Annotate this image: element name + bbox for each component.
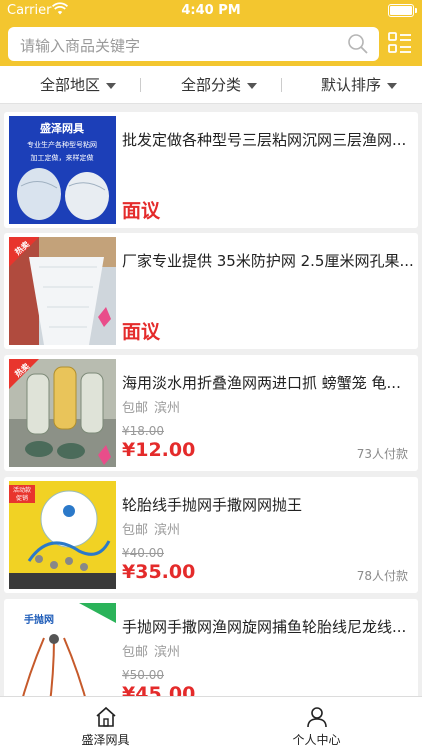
product-image: 盛泽网具 专业生产各种型号粘网 加工定做，来样定做 [9, 116, 116, 224]
filter-sort[interactable]: 默认排序 [321, 66, 398, 104]
free-shipping-label: 包邮 [122, 645, 149, 660]
location-city: 滨州 [154, 645, 181, 660]
free-shipping-label: 包邮 [122, 401, 149, 416]
product-image: 手抛网 [9, 603, 116, 711]
product-title: 厂家专业提供 35米防护网 2.5厘米网孔果... [122, 252, 414, 270]
tab-profile-label: 个人中心 [292, 733, 341, 747]
product-card[interactable]: 活动款 促销 轮胎线手抛网手撒网网抛王 包邮 滨州 ¥40.00 ¥35.00 7… [4, 477, 418, 593]
product-image: 热卖 [9, 359, 116, 467]
tab-home[interactable]: 盛泽网具 [0, 697, 211, 750]
sales-count: 78人付款 [356, 569, 408, 583]
filter-bar: 全部地区 全部分类 默认排序 [0, 66, 422, 104]
status-bar: Carrier 4:40 PM [0, 0, 422, 22]
product-card[interactable]: 热卖 海用淡水用折叠渔网两进口抓 螃蟹笼 龟... 包邮 滨州 ¥18.00 ¥1… [4, 355, 418, 471]
product-title: 批发定做各种型号三层粘网沉网三层渔网... [122, 131, 407, 149]
product-card[interactable]: 热卖 厂家专业提供 35米防护网 2.5厘米网孔果... 面议 [4, 233, 418, 349]
filter-region[interactable]: 全部地区 [40, 66, 117, 104]
product-title: 轮胎线手抛网手撒网网抛王 [122, 496, 303, 514]
filter-category-label: 全部分类 [181, 76, 242, 94]
svg-text:活动款: 活动款 [13, 486, 31, 494]
sales-count: 73人付款 [356, 447, 408, 461]
product-location: 包邮 滨州 [122, 641, 180, 660]
search-icon[interactable] [347, 33, 369, 55]
person-icon [307, 707, 327, 728]
product-price: 面议 [122, 200, 161, 222]
product-title: 海用淡水用折叠渔网两进口抓 螃蟹笼 龟... [122, 374, 401, 392]
product-card[interactable]: 盛泽网具 专业生产各种型号粘网 加工定做，来样定做 批发定做各种型号三层粘网沉网… [4, 112, 418, 228]
home-icon [96, 706, 116, 727]
original-price: ¥50.00 [122, 668, 164, 682]
divider [281, 78, 282, 92]
product-location: 包邮 滨州 [122, 397, 180, 416]
search-placeholder: 请输入商品关键字 [20, 37, 141, 55]
svg-text:盛泽网具: 盛泽网具 [40, 121, 84, 135]
svg-text:专业生产各种型号粘网: 专业生产各种型号粘网 [27, 140, 97, 149]
product-title: 手抛网手撒网渔网旋网捕鱼轮胎线尼龙线... [122, 618, 407, 636]
chevron-down-icon [247, 82, 258, 89]
svg-text:手抛网: 手抛网 [24, 613, 54, 626]
product-price: 面议 [122, 321, 161, 343]
location-city: 滨州 [154, 401, 181, 416]
product-location: 包邮 滨州 [122, 519, 180, 538]
product-image: 活动款 促销 [9, 481, 116, 589]
category-menu-icon[interactable] [388, 31, 412, 57]
location-city: 滨州 [154, 523, 181, 538]
tab-profile[interactable]: 个人中心 [211, 697, 422, 750]
search-input[interactable]: 请输入商品关键字 [8, 27, 379, 61]
battery-icon [388, 4, 417, 17]
chevron-down-icon [387, 82, 398, 89]
svg-text:加工定做，来样定做: 加工定做，来样定做 [31, 153, 94, 162]
tab-home-label: 盛泽网具 [81, 733, 130, 747]
product-price: ¥12.00 [122, 439, 196, 461]
svg-text:促销: 促销 [16, 494, 28, 502]
clock: 4:40 PM [181, 3, 241, 18]
original-price: ¥40.00 [122, 546, 164, 560]
divider [140, 78, 141, 92]
filter-region-label: 全部地区 [40, 76, 101, 94]
free-shipping-label: 包邮 [122, 523, 149, 538]
filter-category[interactable]: 全部分类 [181, 66, 258, 104]
product-image: 热卖 [9, 237, 116, 345]
chevron-down-icon [106, 82, 117, 89]
filter-sort-label: 默认排序 [321, 76, 382, 94]
tab-bar: 盛泽网具 个人中心 [0, 696, 422, 750]
product-price: ¥35.00 [122, 561, 196, 583]
original-price: ¥18.00 [122, 424, 164, 438]
